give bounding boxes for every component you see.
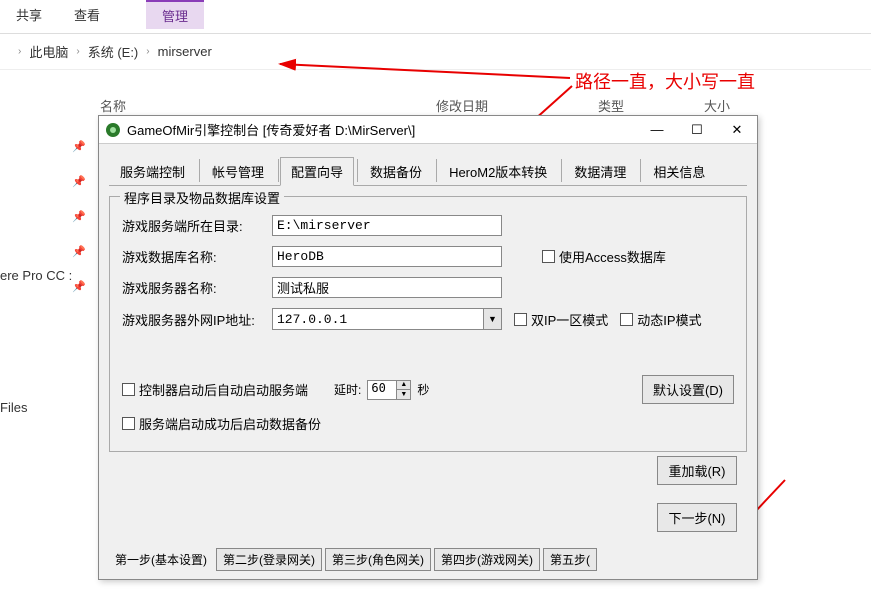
chevron-right-icon: › [18, 46, 21, 57]
titlebar: GameOfMir引擎控制台 [传奇爱好者 D:\MirServer\] — ☐… [99, 116, 757, 144]
tab-account[interactable]: 帐号管理 [201, 157, 275, 186]
checkbox-autostart[interactable]: 控制器启动后自动启动服务端 [122, 380, 308, 399]
input-db-name[interactable] [272, 246, 502, 267]
bc-folder[interactable]: mirserver [158, 44, 212, 59]
step-1[interactable]: 第一步(基本设置) [109, 549, 213, 570]
label-server: 游戏服务器名称: [122, 278, 272, 297]
label-unit: 秒 [417, 381, 429, 398]
tab-herom2[interactable]: HeroM2版本转换 [438, 157, 558, 186]
tab-info[interactable]: 相关信息 [642, 157, 716, 186]
spin-delay[interactable]: 60 ▲ ▼ [367, 380, 411, 400]
checkbox-access[interactable]: 使用Access数据库 [542, 247, 666, 266]
dialog-window: GameOfMir引擎控制台 [传奇爱好者 D:\MirServer\] — ☐… [98, 115, 758, 580]
col-size[interactable]: 大小 [704, 96, 730, 115]
step-3[interactable]: 第三步(角色网关) [325, 548, 431, 571]
column-headers: 名称 修改日期 类型 大小 [100, 96, 730, 115]
annotation-text: 路径一直，大小写一直 [575, 68, 755, 94]
col-type[interactable]: 类型 [598, 96, 624, 115]
ribbon-tabs: 共享 查看 管理 [0, 0, 871, 28]
step-5[interactable]: 第五步( [543, 548, 597, 571]
input-server-name[interactable] [272, 277, 502, 298]
combo-ip[interactable]: 127.0.0.1 ▼ [272, 308, 502, 330]
col-name[interactable]: 名称 [100, 96, 126, 115]
chevron-right-icon: › [146, 46, 149, 57]
spin-down-icon[interactable]: ▼ [397, 390, 410, 399]
spin-up-icon[interactable]: ▲ [397, 381, 410, 391]
minimize-button[interactable]: — [637, 116, 677, 144]
col-date[interactable]: 修改日期 [436, 96, 488, 115]
label-db: 游戏数据库名称: [122, 247, 272, 266]
tab-view[interactable]: 查看 [58, 1, 116, 28]
tab-manage[interactable]: 管理 [146, 0, 204, 29]
chevron-down-icon[interactable]: ▼ [483, 309, 501, 329]
pin-icon: 📌 [72, 280, 86, 293]
group-title: 程序目录及物品数据库设置 [120, 188, 284, 207]
close-button[interactable]: ✕ [717, 116, 757, 144]
settings-group: 程序目录及物品数据库设置 游戏服务端所在目录: 游戏数据库名称: 使用Acces… [109, 196, 747, 452]
default-button[interactable]: 默认设置(D) [642, 375, 734, 404]
label-ip: 游戏服务器外网IP地址: [122, 310, 272, 329]
sidebar-item[interactable]: Files [0, 400, 27, 415]
bc-drive[interactable]: 系统 (E:) [88, 42, 139, 61]
pin-icon: 📌 [72, 140, 86, 153]
bc-thispc[interactable]: 此电脑 [29, 42, 68, 61]
step-4[interactable]: 第四步(游戏网关) [434, 548, 540, 571]
window-title: GameOfMir引擎控制台 [传奇爱好者 D:\MirServer\] [127, 120, 637, 139]
checkbox-dynamicip[interactable]: 动态IP模式 [620, 310, 701, 329]
pin-icon: 📌 [72, 210, 86, 223]
sidebar-item[interactable]: ere Pro CC : [0, 268, 72, 283]
tab-share[interactable]: 共享 [0, 1, 58, 28]
label-delay: 延时: [334, 381, 361, 398]
tab-config-wizard[interactable]: 配置向导 [280, 157, 354, 186]
label-dir: 游戏服务端所在目录: [122, 216, 272, 235]
checkbox-autobackup[interactable]: 服务端启动成功后启动数据备份 [122, 414, 321, 433]
app-icon [105, 122, 121, 138]
chevron-right-icon: › [76, 46, 79, 57]
input-game-dir[interactable] [272, 215, 502, 236]
checkbox-dualip[interactable]: 双IP一区模式 [514, 310, 608, 329]
step-row: 第一步(基本设置) 第二步(登录网关) 第三步(角色网关) 第四步(游戏网关) … [109, 548, 747, 571]
next-button[interactable]: 下一步(N) [657, 503, 737, 532]
dialog-tabs: 服务端控制 帐号管理 配置向导 数据备份 HeroM2版本转换 数据清理 相关信… [109, 156, 747, 186]
breadcrumb[interactable]: › 此电脑 › 系统 (E:) › mirserver [0, 34, 871, 70]
reload-button[interactable]: 重加载(R) [657, 456, 737, 485]
tab-cleanup[interactable]: 数据清理 [563, 157, 637, 186]
pin-icon: 📌 [72, 175, 86, 188]
tab-backup[interactable]: 数据备份 [359, 157, 433, 186]
step-2[interactable]: 第二步(登录网关) [216, 548, 322, 571]
maximize-button[interactable]: ☐ [677, 116, 717, 144]
tab-server-control[interactable]: 服务端控制 [109, 157, 196, 186]
pin-icon: 📌 [72, 245, 86, 258]
